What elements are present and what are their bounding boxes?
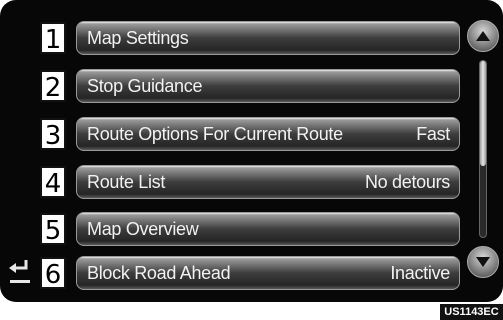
menu-item-label: Map Settings (87, 27, 189, 48)
menu-item-label: Map Overview (87, 218, 199, 239)
map-overview-button[interactable]: Map Overview (76, 212, 460, 246)
back-arrow-icon (9, 260, 30, 283)
menu-item-label: Block Road Ahead (87, 262, 231, 283)
triangle-up-icon (476, 31, 490, 41)
route-list-button[interactable]: Route List No detours (76, 165, 460, 199)
figure-code: US1143EC (440, 304, 503, 320)
route-options-button[interactable]: Route Options For Current Route Fast (76, 117, 460, 151)
menu-number-1: 1 (40, 22, 66, 55)
menu-item-value: Inactive (390, 262, 450, 283)
menu-number-6: 6 (40, 257, 66, 290)
scroll-up-button[interactable] (467, 20, 499, 52)
stop-guidance-button[interactable]: Stop Guidance (76, 69, 460, 103)
navigation-screen: 1 Map Settings 2 Stop Guidance 3 Route O… (0, 0, 503, 302)
menu-item-value: Fast (416, 123, 450, 144)
scrollbar-track[interactable] (479, 60, 487, 238)
triangle-down-icon (476, 257, 490, 267)
scroll-panel (466, 20, 500, 278)
menu-number-4: 4 (40, 166, 66, 199)
menu-number-3: 3 (40, 118, 66, 151)
menu-item-value: No detours (364, 171, 450, 192)
block-road-ahead-button[interactable]: Block Road Ahead Inactive (76, 256, 460, 290)
map-settings-button[interactable]: Map Settings (76, 21, 460, 55)
scrollbar-thumb[interactable] (480, 61, 486, 166)
menu-number-5: 5 (40, 213, 66, 246)
menu-item-label: Route List (87, 171, 166, 192)
back-button[interactable] (6, 256, 34, 288)
menu-number-2: 2 (40, 70, 66, 103)
menu-item-label: Route Options For Current Route (87, 123, 343, 144)
menu-item-label: Stop Guidance (87, 75, 203, 96)
scroll-down-button[interactable] (467, 246, 499, 278)
